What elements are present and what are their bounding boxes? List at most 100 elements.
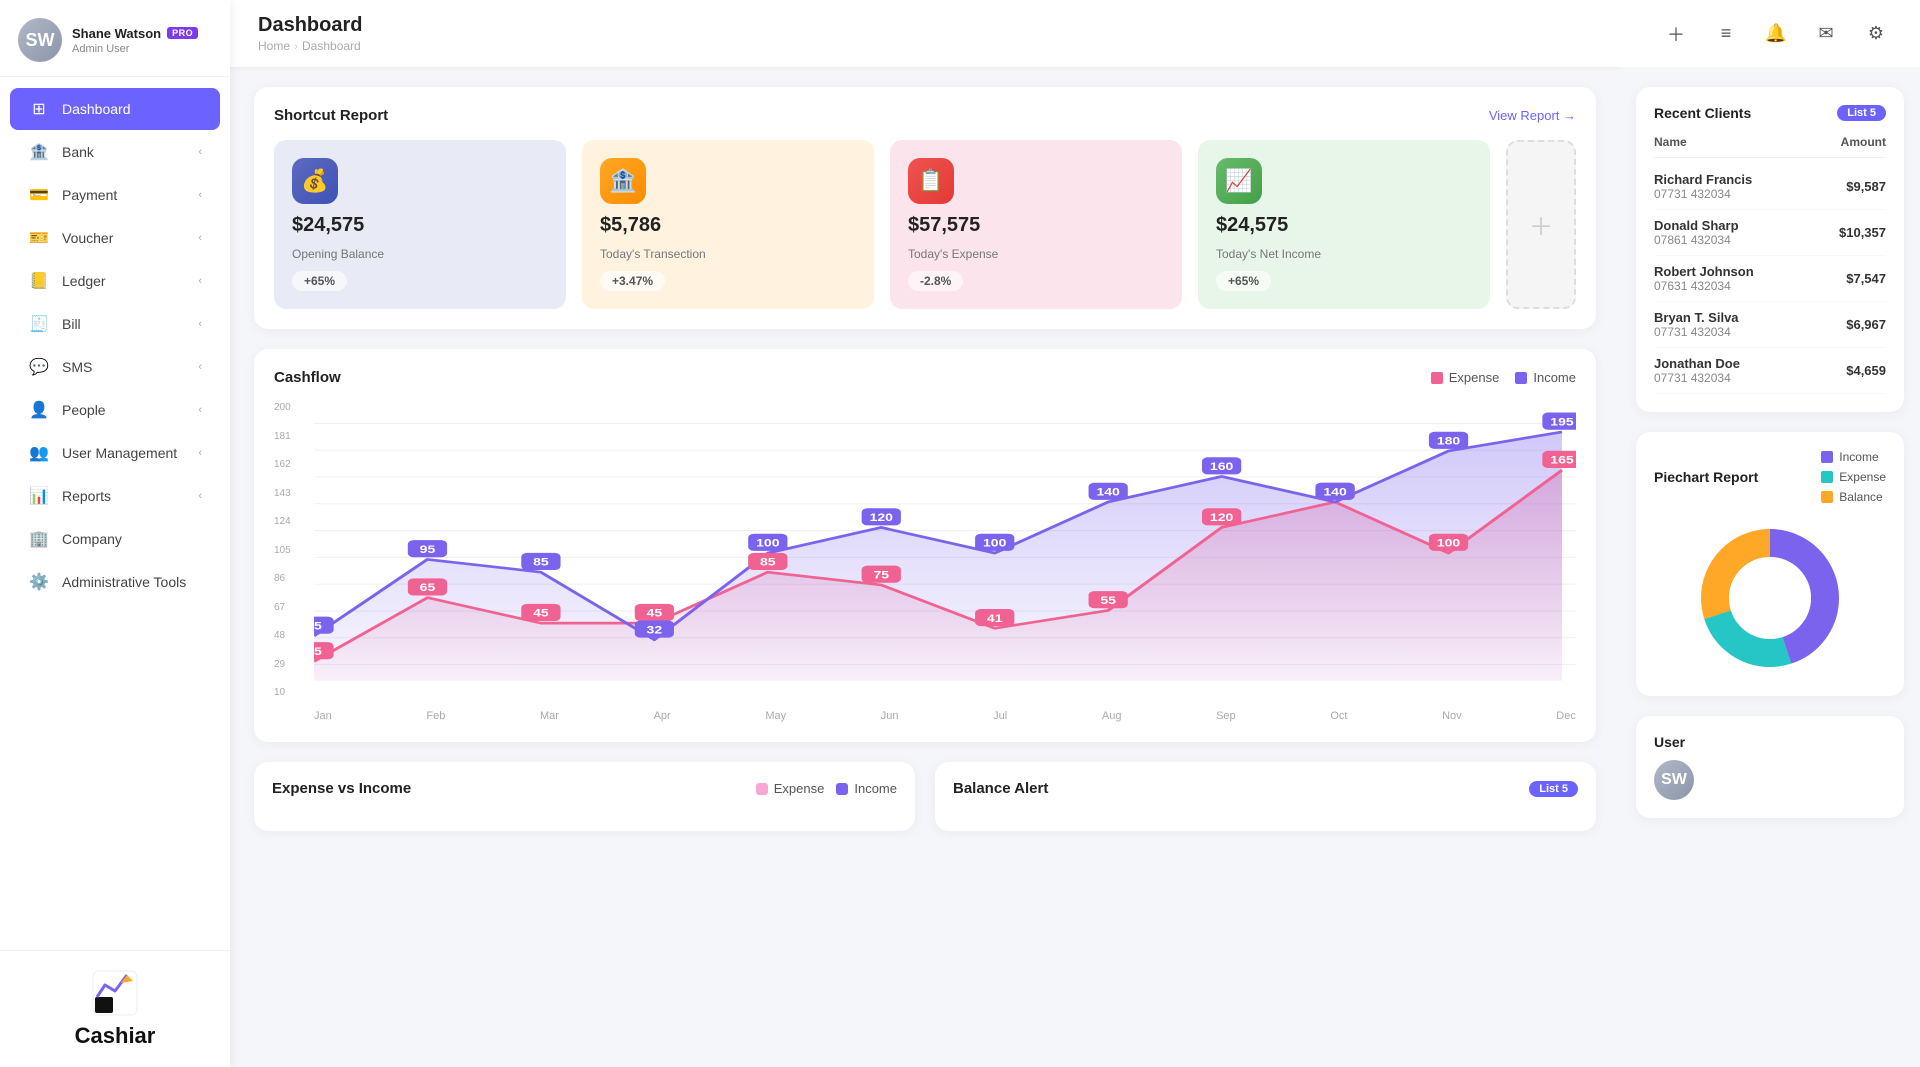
sidebar-item-ledger[interactable]: 📒 Ledger ‹ <box>10 260 220 302</box>
avatar: SW <box>18 18 62 62</box>
sidebar-bottom: Cashiar <box>0 950 230 1067</box>
nav-label-reports: Reports <box>62 488 198 504</box>
view-report-link[interactable]: View Report → <box>1489 108 1576 123</box>
piechart-card: Piechart Report IncomeExpenseBalance <box>1636 432 1904 696</box>
page-title: Dashboard <box>258 14 362 37</box>
todays-net-income-amount: $24,575 <box>1216 214 1472 237</box>
expense-vs-income-title: Expense vs Income <box>272 780 411 797</box>
cashflow-legend: ExpenseIncome <box>1431 370 1576 385</box>
y-axis-label: 105 <box>274 545 291 556</box>
shortcut-card-todays-net-income: 📈 $24,575 Today's Net Income +65% <box>1198 140 1490 309</box>
shortcut-report-card: Shortcut Report View Report → 💰 $24,575 … <box>254 87 1596 329</box>
donut-chart <box>1654 518 1886 678</box>
breadcrumb: Home › Dashboard <box>258 39 362 53</box>
shortcut-card-todays-expense: 📋 $57,575 Today's Expense -2.8% <box>890 140 1182 309</box>
todays-net-income-label: Today's Net Income <box>1216 247 1472 261</box>
settings-icon[interactable]: ⚙ <box>1860 18 1892 50</box>
nav-icon-ledger: 📒 <box>28 270 50 292</box>
nav-label-voucher: Voucher <box>62 230 198 246</box>
y-axis-label: 10 <box>274 687 291 698</box>
cashflow-svg: 1565454585754155120140100165 35958532100… <box>274 402 1576 722</box>
nav-icon-bill: 🧾 <box>28 313 50 335</box>
nav-label-administrative-tools: Administrative Tools <box>62 574 202 590</box>
sidebar-item-payment[interactable]: 💳 Payment ‹ <box>10 174 220 216</box>
x-axis-label: Apr <box>654 710 671 722</box>
expense-vs-income-card: Expense vs Income ExpenseIncome <box>254 762 915 831</box>
chevron-icon-payment: ‹ <box>198 189 202 201</box>
content-area: Shortcut Report View Report → 💰 $24,575 … <box>230 67 1920 1067</box>
sidebar-item-user-management[interactable]: 👥 User Management ‹ <box>10 432 220 474</box>
client-name: Donald Sharp07861 432034 <box>1654 218 1739 247</box>
y-axis-label: 162 <box>274 459 291 470</box>
header-actions: ＋ ≡ 🔔 ✉ ⚙ <box>1660 18 1892 50</box>
sidebar-item-bill[interactable]: 🧾 Bill ‹ <box>10 303 220 345</box>
sidebar-item-reports[interactable]: 📊 Reports ‹ <box>10 475 220 517</box>
shortcut-report-header: Shortcut Report View Report → <box>274 107 1576 124</box>
sidebar-item-voucher[interactable]: 🎫 Voucher ‹ <box>10 217 220 259</box>
nav-icon-people: 👤 <box>28 399 50 421</box>
client-amount: $10,357 <box>1839 225 1886 240</box>
breadcrumb-home[interactable]: Home <box>258 39 290 53</box>
menu-icon[interactable]: ≡ <box>1710 18 1742 50</box>
donut-svg <box>1690 518 1850 678</box>
main-content: Shortcut Report View Report → 💰 $24,575 … <box>230 67 1620 1067</box>
col-name: Name <box>1654 135 1687 149</box>
todays-expense-badge: -2.8% <box>908 271 963 291</box>
sidebar-item-company[interactable]: 🏢 Company <box>10 518 220 560</box>
y-axis-label: 29 <box>274 659 291 670</box>
svg-text:41: 41 <box>987 612 1003 624</box>
svg-text:45: 45 <box>533 607 549 619</box>
mail-icon[interactable]: ✉ <box>1810 18 1842 50</box>
piechart-legend: IncomeExpenseBalance <box>1821 450 1886 504</box>
legend-dot-expense <box>1431 372 1443 384</box>
y-axis-label: 67 <box>274 602 291 613</box>
todays-expense-label: Today's Expense <box>908 247 1164 261</box>
sidebar-item-bank[interactable]: 🏦 Bank ‹ <box>10 131 220 173</box>
x-axis-label: Dec <box>1556 710 1576 722</box>
opening-balance-icon: 💰 <box>292 158 338 204</box>
nav-icon-payment: 💳 <box>28 184 50 206</box>
sidebar-item-dashboard[interactable]: ⊞ Dashboard <box>10 88 220 130</box>
svg-text:95: 95 <box>420 544 436 556</box>
recent-clients-header: Recent Clients List 5 <box>1654 105 1886 121</box>
nav-icon-reports: 📊 <box>28 485 50 507</box>
breadcrumb-current: Dashboard <box>302 39 361 53</box>
header: Dashboard Home › Dashboard ＋ ≡ 🔔 ✉ ⚙ <box>230 0 1920 67</box>
y-axis-labels: 2001811621431241058667482910 <box>274 402 291 702</box>
sidebar-item-administrative-tools[interactable]: ⚙️ Administrative Tools <box>10 561 220 603</box>
chevron-icon-people: ‹ <box>198 404 202 416</box>
balance-alert-header: Balance Alert List 5 <box>953 780 1578 797</box>
client-amount: $4,659 <box>1846 363 1886 378</box>
sidebar-item-sms[interactable]: 💬 SMS ‹ <box>10 346 220 388</box>
svg-text:100: 100 <box>983 537 1006 549</box>
client-name: Richard Francis07731 432034 <box>1654 172 1752 201</box>
nav-label-company: Company <box>62 531 202 547</box>
add-icon[interactable]: ＋ <box>1660 18 1692 50</box>
shortcut-card-add[interactable]: ＋ <box>1506 140 1576 309</box>
piechart-legend-expense: Expense <box>1821 470 1886 484</box>
svg-text:75: 75 <box>873 569 889 581</box>
cashflow-card: Cashflow ExpenseIncome 20018116214312410… <box>254 349 1596 742</box>
sidebar-nav: ⊞ Dashboard 🏦 Bank ‹ 💳 Payment ‹ 🎫 Vouch… <box>0 77 230 950</box>
legend-income: Income <box>1515 370 1576 385</box>
nav-icon-dashboard: ⊞ <box>28 98 50 120</box>
notification-icon[interactable]: 🔔 <box>1760 18 1792 50</box>
todays-net-income-badge: +65% <box>1216 271 1271 291</box>
header-left: Dashboard Home › Dashboard <box>258 14 362 53</box>
x-axis-label: May <box>765 710 786 722</box>
profile-info: Shane Watson PRO Admin User <box>72 26 198 55</box>
user-title: User <box>1654 734 1886 750</box>
nav-label-payment: Payment <box>62 187 198 203</box>
clients-list: Richard Francis07731 432034 $9,587 Donal… <box>1654 164 1886 394</box>
shortcut-card-opening-balance: 💰 $24,575 Opening Balance +65% <box>274 140 566 309</box>
evi-legend-income: Income <box>836 781 897 796</box>
nav-label-bill: Bill <box>62 316 198 332</box>
y-axis-label: 124 <box>274 516 291 527</box>
pro-badge: PRO <box>167 27 198 39</box>
client-row: Richard Francis07731 432034 $9,587 <box>1654 164 1886 210</box>
recent-clients-badge: List 5 <box>1837 105 1886 121</box>
x-axis-label: Feb <box>426 710 445 722</box>
sidebar-item-people[interactable]: 👤 People ‹ <box>10 389 220 431</box>
x-axis-label: Sep <box>1216 710 1236 722</box>
todays-net-income-icon: 📈 <box>1216 158 1262 204</box>
